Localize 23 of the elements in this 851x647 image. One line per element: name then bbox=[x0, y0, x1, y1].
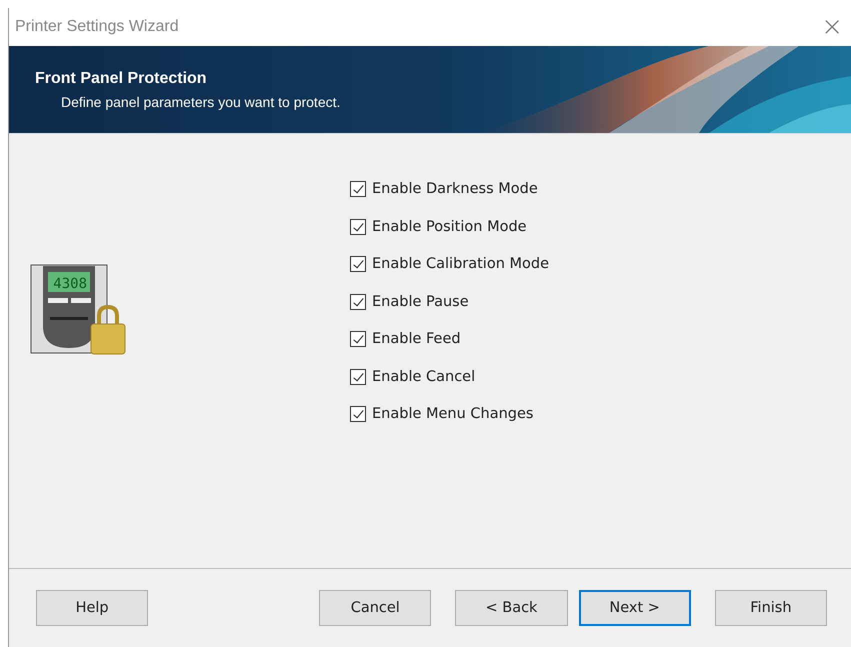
close-icon[interactable]: × bbox=[821, 14, 843, 40]
wizard-button[interactable]: < Back bbox=[455, 590, 568, 626]
checkbox-label[interactable]: Enable Pause bbox=[372, 294, 469, 310]
wizard-button[interactable]: Finish bbox=[714, 590, 827, 626]
wizard-button[interactable]: Help bbox=[36, 590, 148, 626]
checkbox[interactable] bbox=[350, 406, 366, 422]
checkbox-label[interactable]: Enable Feed bbox=[372, 331, 461, 347]
page-heading: Front Panel Protection bbox=[35, 70, 208, 88]
checkbox-label[interactable]: Enable Darkness Mode bbox=[372, 181, 538, 197]
checkbox-label[interactable]: Enable Cancel bbox=[372, 368, 476, 384]
window-title: Printer Settings Wizard bbox=[15, 18, 179, 36]
checkbox[interactable] bbox=[350, 218, 366, 234]
checkbox-label[interactable]: Enable Menu Changes bbox=[372, 406, 534, 422]
checkbox[interactable] bbox=[350, 181, 366, 197]
checkbox-label[interactable]: Enable Position Mode bbox=[372, 218, 527, 234]
wizard-button[interactable]: Cancel bbox=[319, 590, 432, 626]
page-description: Define panel parameters you want to protect. bbox=[60, 94, 342, 110]
checkbox[interactable] bbox=[350, 331, 366, 347]
checkbox-label[interactable]: Enable Calibration Mode bbox=[372, 256, 550, 272]
wizard-button[interactable]: Next > bbox=[578, 590, 691, 626]
checkbox[interactable] bbox=[350, 256, 366, 272]
checkbox[interactable] bbox=[350, 368, 366, 384]
checkbox[interactable] bbox=[350, 294, 366, 310]
